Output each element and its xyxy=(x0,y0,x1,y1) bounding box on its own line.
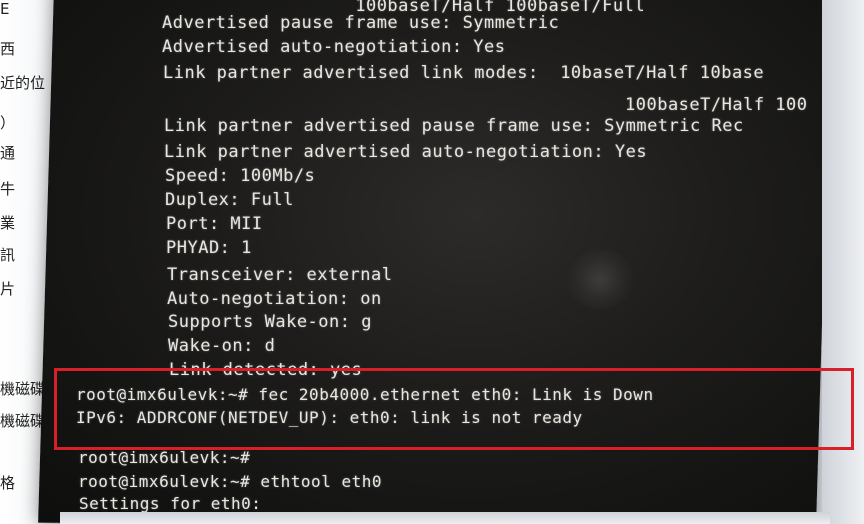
terminal-line: Supports Wake-on: g xyxy=(168,312,372,332)
terminal-line: Link partner advertised link modes: 10ba… xyxy=(163,63,765,83)
red-highlight-box xyxy=(54,368,854,450)
sidebar-text-2: 近的位 xyxy=(0,74,46,92)
sidebar-text-11: 格 xyxy=(0,474,16,492)
terminal-line: Link partner advertised auto-negotiation… xyxy=(164,142,648,162)
terminal-line: Auto-negotiation: on xyxy=(167,289,382,309)
sidebar-text-3: ） xyxy=(0,114,16,132)
sidebar-text-9: 機磁碟 xyxy=(0,380,46,398)
terminal-line: Port: MII xyxy=(166,214,263,234)
photo-scene: E 西近的位）通牛業訊片機磁碟 機磁碟格 100baseT/Half 100base… xyxy=(0,0,864,524)
sidebar-text-1: 西 xyxy=(0,40,16,58)
sidebar-text-0: E xyxy=(0,0,10,18)
sidebar-text-7: 訊 xyxy=(0,246,16,264)
terminal-line: Wake-on: d xyxy=(168,336,276,356)
terminal-line: Speed: 100Mb/s xyxy=(165,166,316,186)
terminal-line: Transceiver: external xyxy=(167,265,393,285)
terminal-line: Link partner advertised pause frame use:… xyxy=(164,116,744,136)
sidebar-text-5: 牛 xyxy=(0,180,16,198)
terminal-line: root@imx6ulevk:~# ethtool eth0 xyxy=(78,472,382,491)
screen-glare xyxy=(564,249,637,310)
terminal-line: Advertised pause frame use: Symmetric xyxy=(162,13,560,33)
sidebar-text-4: 通 xyxy=(0,144,16,162)
terminal-line: Duplex: Full xyxy=(165,190,294,210)
terminal-line: PHYAD: 1 xyxy=(166,238,252,258)
sidebar-text-8: 片 xyxy=(0,280,16,298)
terminal-line: Settings for eth0: xyxy=(79,494,262,513)
sidebar-text-10: 機磁碟 xyxy=(0,412,46,430)
terminal-line: 100baseT/Half 100 xyxy=(625,95,808,115)
terminal-line: root@imx6ulevk:~# xyxy=(78,448,251,467)
terminal-line: Advertised auto-negotiation: Yes xyxy=(162,37,506,57)
monitor-bottom-bezel xyxy=(60,512,830,524)
sidebar-text-6: 業 xyxy=(0,214,16,232)
